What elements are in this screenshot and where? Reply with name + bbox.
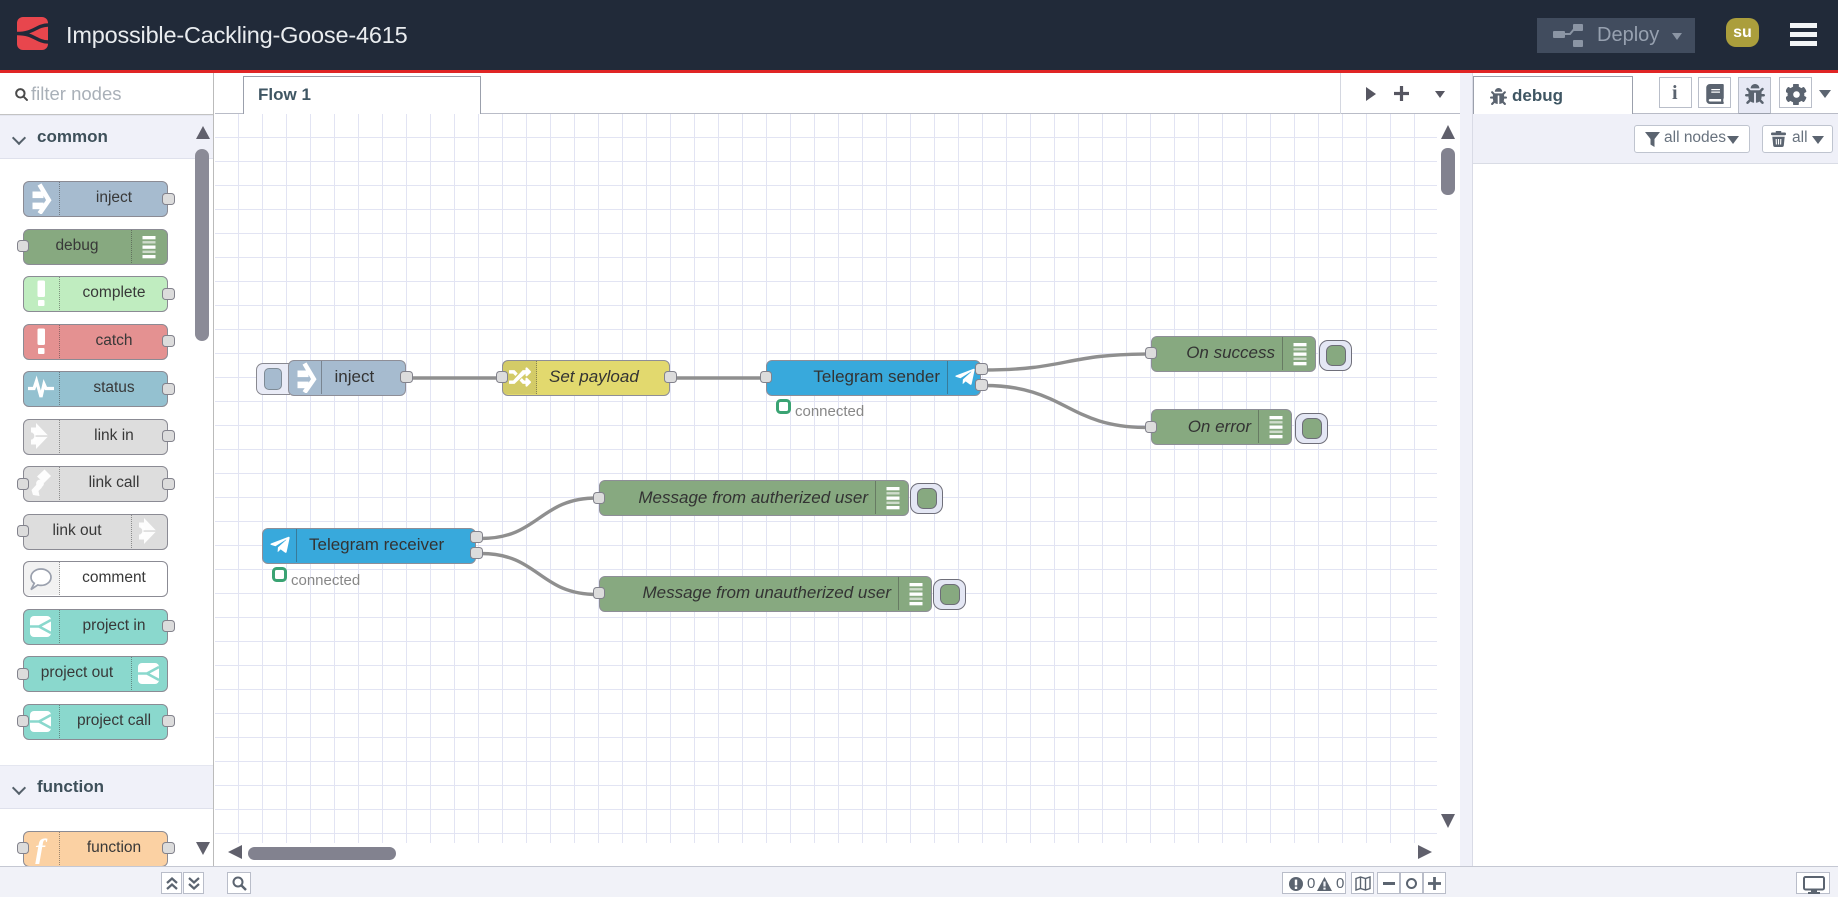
svg-text:f: f [35, 833, 48, 864]
